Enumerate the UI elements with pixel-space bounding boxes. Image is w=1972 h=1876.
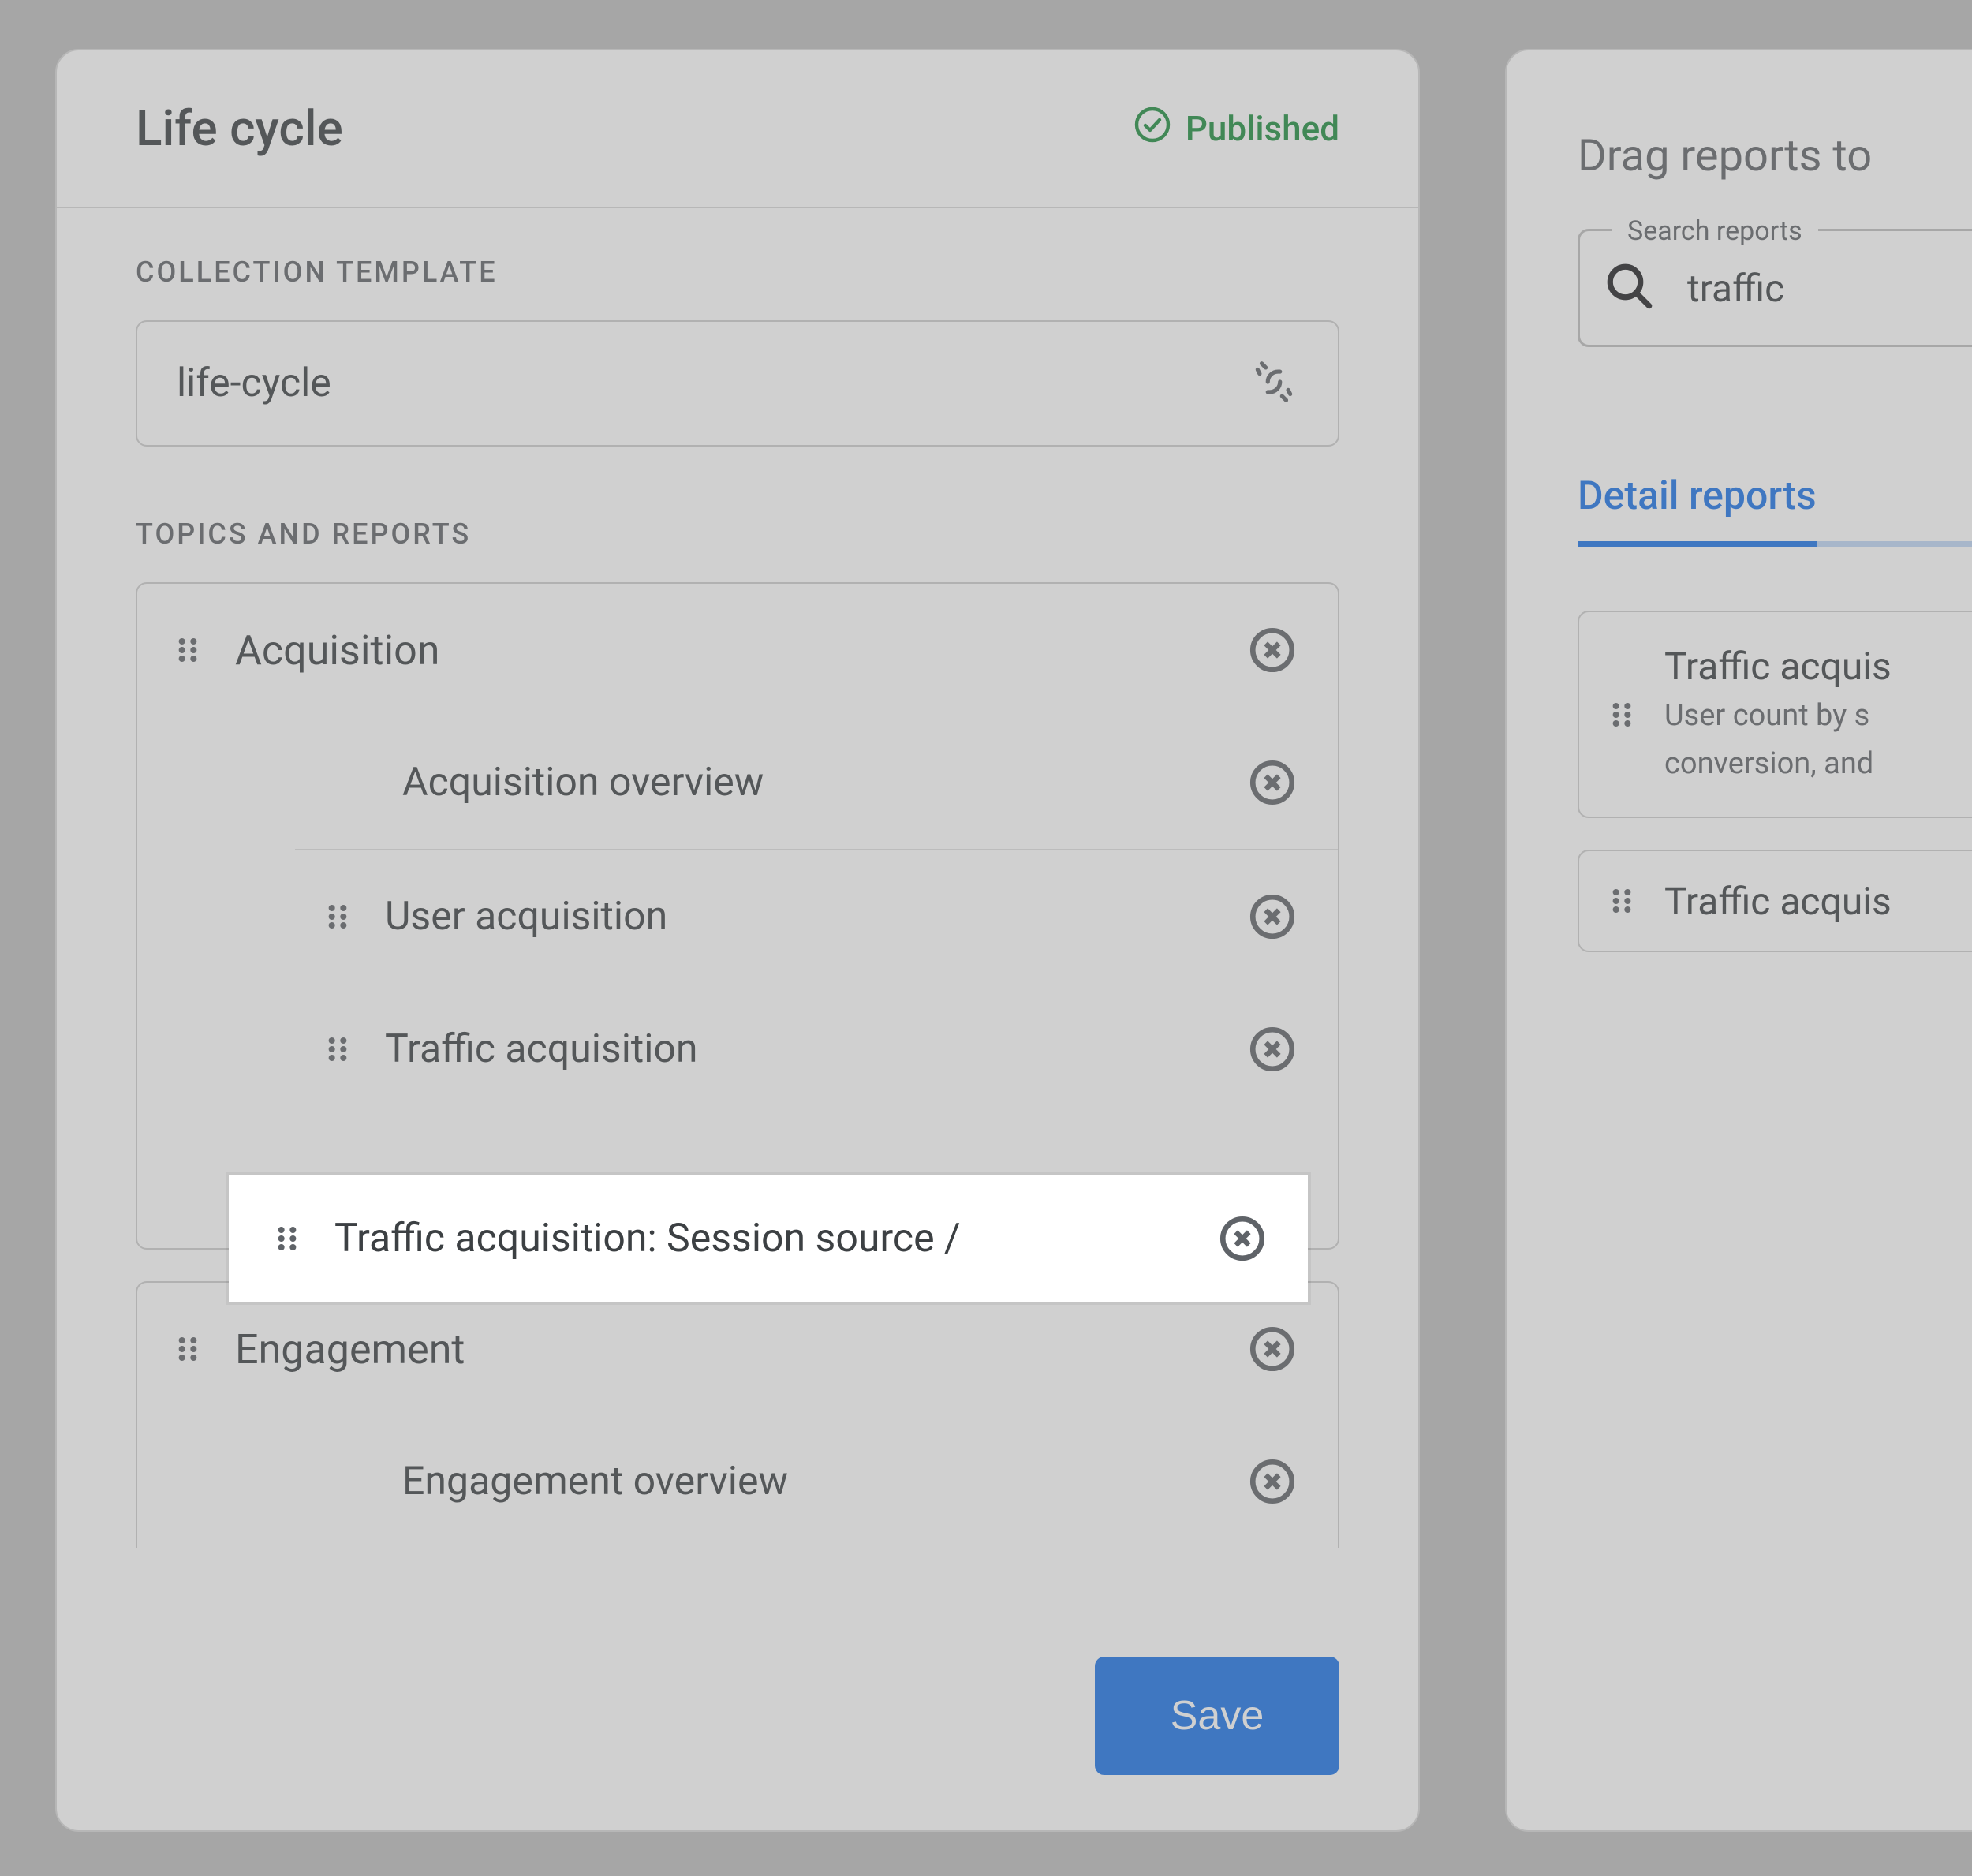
result-desc: conversion, and	[1664, 743, 1892, 785]
report-label: Engagement overview	[402, 1459, 1246, 1504]
report-result-card[interactable]: Traffic acquis	[1578, 850, 1972, 952]
template-value: life-cycle	[177, 361, 331, 406]
result-title: Traffic acquis	[1664, 644, 1892, 689]
result-desc: User count by s	[1664, 695, 1892, 737]
remove-icon[interactable]	[1246, 1023, 1298, 1075]
report-label: Acquisition overview	[402, 760, 1246, 805]
tab-underline	[1817, 473, 1972, 547]
side-panel-title: Drag reports to	[1578, 129, 1972, 181]
result-title: Traffic acquis	[1664, 879, 1892, 924]
tab-detail-reports[interactable]: Detail reports	[1578, 473, 1817, 547]
unlink-icon[interactable]	[1249, 357, 1298, 409]
search-field-label: Search reports	[1612, 215, 1818, 247]
topic-row[interactable]: Engagement	[137, 1283, 1338, 1415]
drag-handle-icon[interactable]	[169, 1330, 207, 1368]
save-button[interactable]: Save	[1095, 1657, 1339, 1775]
status-text: Published	[1186, 108, 1339, 149]
report-result-card[interactable]: Traffic acquis User count by s conversio…	[1578, 611, 1972, 818]
drag-handle-icon[interactable]	[268, 1220, 306, 1258]
template-section-label: COLLECTION TEMPLATE	[136, 256, 1339, 289]
drag-handle-icon[interactable]	[1603, 696, 1641, 734]
remove-icon[interactable]	[1246, 891, 1298, 943]
topics-section-label: TOPICS AND REPORTS	[136, 518, 1339, 551]
status-badge: Published	[1134, 106, 1339, 152]
template-input[interactable]: life-cycle	[136, 320, 1339, 447]
tab-row: Detail reports	[1578, 473, 1972, 547]
collection-title: Life cycle	[136, 100, 343, 158]
report-label: User acquisition	[385, 894, 1246, 940]
remove-icon[interactable]	[1246, 1323, 1298, 1375]
search-reports-input[interactable]: Search reports traffic	[1578, 229, 1972, 347]
drag-handle-icon[interactable]	[319, 898, 357, 936]
card-body: COLLECTION TEMPLATE life-cycle TOPICS AN…	[57, 208, 1418, 1548]
report-row[interactable]: Engagement overview	[137, 1415, 1338, 1548]
topic-box-acquisition: Acquisition Acquisition overview User ac…	[136, 582, 1339, 1250]
topic-box-engagement: Engagement Engagement overview	[136, 1281, 1339, 1548]
drag-handle-icon[interactable]	[169, 631, 207, 669]
report-label: Traffic acquisition	[385, 1026, 1246, 1072]
report-row-highlighted[interactable]: Traffic acquisition: Session source /	[229, 1175, 1308, 1302]
search-value: traffic	[1687, 266, 1784, 311]
remove-icon[interactable]	[1216, 1213, 1268, 1265]
collection-editor-card: Life cycle Published COLLECTION TEMPLATE…	[55, 49, 1420, 1832]
report-label: Traffic acquisition: Session source /	[334, 1216, 1216, 1261]
topic-row[interactable]: Acquisition	[137, 584, 1338, 716]
card-header: Life cycle Published	[57, 50, 1418, 208]
report-row[interactable]: Traffic acquisition	[137, 983, 1338, 1116]
report-row[interactable]: User acquisition	[137, 850, 1338, 983]
remove-icon[interactable]	[1246, 624, 1298, 676]
remove-icon[interactable]	[1246, 757, 1298, 809]
reports-side-panel: Drag reports to Search reports traffic D…	[1505, 49, 1972, 1832]
drag-handle-icon[interactable]	[319, 1030, 357, 1068]
check-circle-icon	[1134, 106, 1171, 152]
drag-handle-icon[interactable]	[1603, 882, 1641, 920]
search-icon	[1604, 260, 1656, 316]
remove-icon[interactable]	[1246, 1456, 1298, 1508]
topic-label: Engagement	[235, 1325, 1246, 1373]
report-row[interactable]: Acquisition overview	[137, 716, 1338, 849]
topic-label: Acquisition	[235, 626, 1246, 675]
